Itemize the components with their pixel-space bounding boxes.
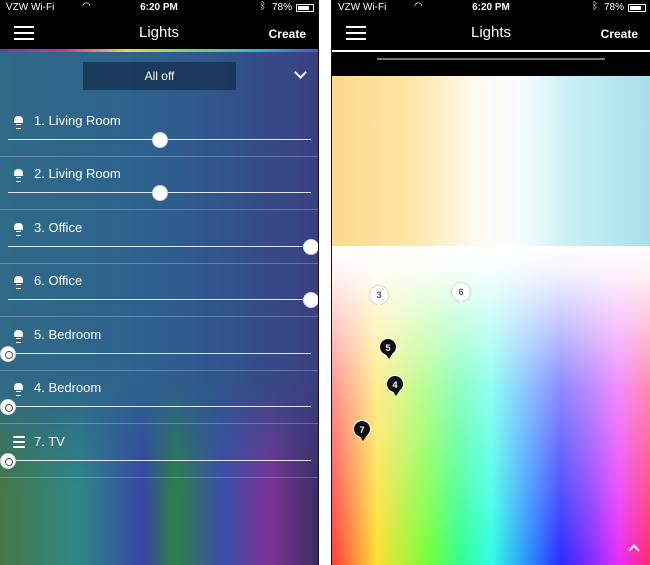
- brightness-slider-track[interactable]: [8, 299, 311, 300]
- all-off-button[interactable]: All off: [83, 62, 236, 90]
- battery-percent: 78%: [271, 2, 292, 13]
- bluetooth-icon: ᛒ: [592, 1, 598, 12]
- light-pin-7[interactable]: 7: [353, 420, 371, 441]
- battery-percent: 78%: [603, 2, 624, 13]
- bulb-icon: [14, 276, 23, 289]
- drawer-handle-area: [332, 52, 650, 76]
- drawer-handle[interactable]: [377, 58, 605, 60]
- bulb-icon: [14, 330, 23, 343]
- light-name: 3. Office: [34, 220, 83, 235]
- light-name: 5. Bedroom: [34, 327, 102, 342]
- bulb-icon: [14, 383, 23, 396]
- light-name: 6. Office: [34, 273, 83, 288]
- bulb-icon: [14, 169, 23, 182]
- brightness-slider-handle[interactable]: [0, 346, 16, 362]
- brightness-slider-handle[interactable]: [151, 132, 168, 148]
- status-bar: VZW Wi-Fi ◠ 6:20 PM ᛒ 78%: [332, 0, 650, 16]
- clock: 6:20 PM: [140, 2, 178, 13]
- bulb-icon: [14, 116, 23, 129]
- brightness-slider-track[interactable]: [8, 406, 311, 407]
- brightness-slider-handle[interactable]: [0, 453, 16, 469]
- brightness-slider-track[interactable]: [8, 246, 311, 247]
- bulb-icon: [14, 223, 23, 236]
- battery-icon: [628, 4, 646, 12]
- create-button[interactable]: Create: [601, 27, 638, 41]
- color-picker-screen: VZW Wi-Fi ◠ 6:20 PM ᛒ 78% Lights Create …: [331, 0, 650, 565]
- light-name: 2. Living Room: [34, 166, 121, 181]
- light-row[interactable]: 2. Living Room: [0, 157, 318, 210]
- battery-icon: [296, 4, 314, 12]
- clock: 6:20 PM: [472, 2, 510, 13]
- light-pin-3[interactable]: 3: [370, 286, 388, 306]
- brightness-slider-handle[interactable]: [0, 399, 16, 415]
- lights-list-screen: VZW Wi-Fi ◠ 6:20 PM ᛒ 78% Lights Create …: [0, 0, 319, 565]
- light-pin-6[interactable]: 6: [452, 283, 470, 303]
- light-name: 1. Living Room: [34, 113, 121, 128]
- lightstrip-icon: [13, 436, 25, 448]
- light-row[interactable]: 4. Bedroom: [0, 371, 318, 424]
- brightness-slider-track[interactable]: [8, 460, 311, 461]
- status-bar: VZW Wi-Fi ◠ 6:20 PM ᛒ 78%: [0, 0, 318, 16]
- brightness-slider-handle[interactable]: [303, 239, 318, 255]
- nav-bar: Lights Create: [0, 16, 318, 50]
- light-name: 4. Bedroom: [34, 380, 102, 395]
- bluetooth-icon: ᛒ: [260, 1, 266, 12]
- light-row[interactable]: 1. Living Room: [0, 104, 318, 157]
- color-temperature-picker[interactable]: [332, 76, 650, 246]
- light-row[interactable]: 5. Bedroom: [0, 318, 318, 371]
- light-row[interactable]: 3. Office: [0, 211, 318, 264]
- light-name: 7. TV: [34, 434, 65, 449]
- light-row[interactable]: 6. Office: [0, 264, 318, 317]
- light-pin-5[interactable]: 5: [379, 338, 397, 359]
- brightness-slider-track[interactable]: [8, 353, 311, 354]
- light-row[interactable]: 7. TV: [0, 425, 318, 478]
- brightness-slider-handle[interactable]: [303, 292, 318, 308]
- create-button[interactable]: Create: [269, 27, 306, 41]
- light-pin-4[interactable]: 4: [386, 375, 404, 396]
- nav-bar: Lights Create: [332, 16, 650, 50]
- brightness-slider-handle[interactable]: [151, 185, 168, 201]
